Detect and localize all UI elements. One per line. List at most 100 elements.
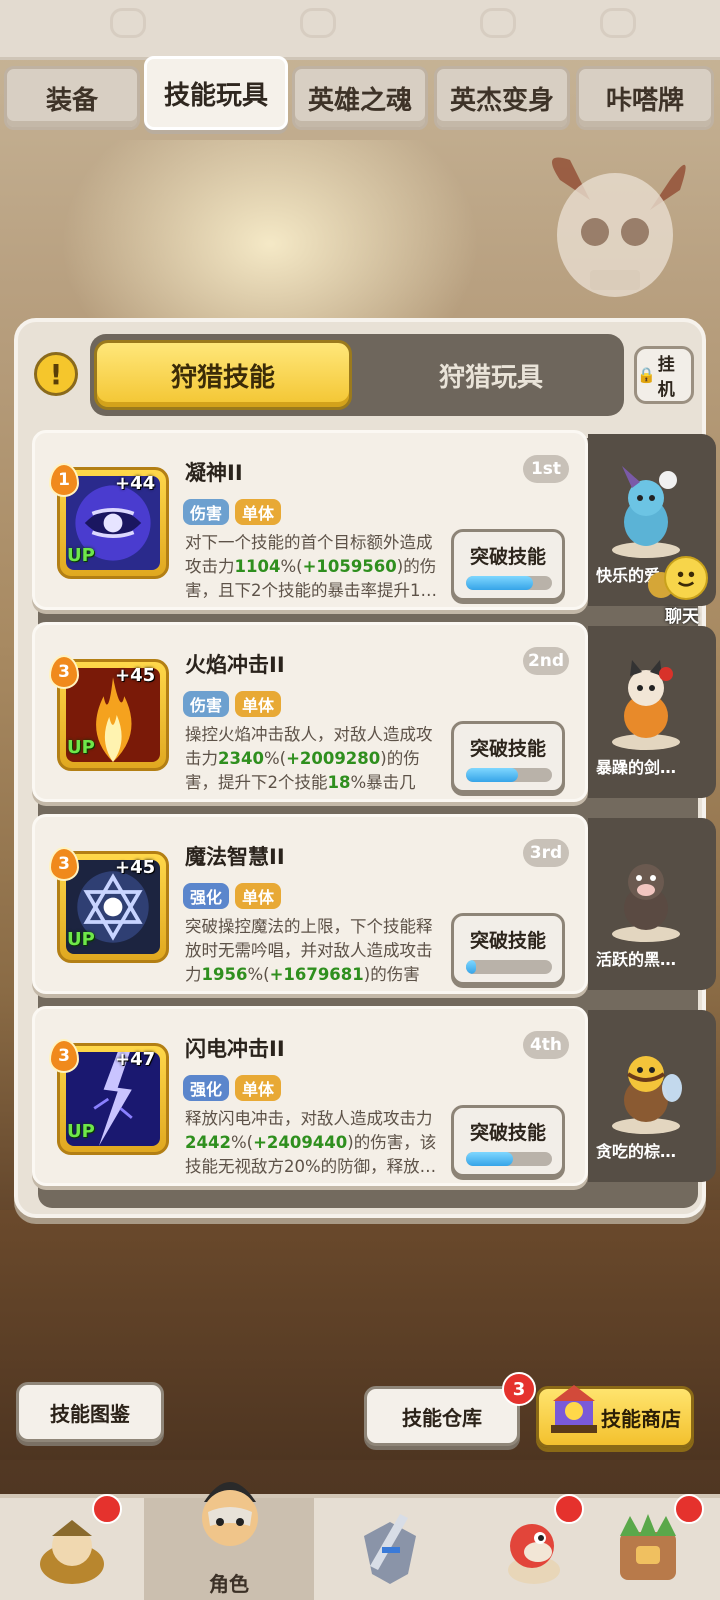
breakthrough-progress-bar [466,1152,552,1166]
skill-bonus-level: +44 [115,473,156,494]
breakthrough-label: 突破技能 [469,930,546,952]
breakthrough-label: 突破技能 [469,546,546,568]
decoration [110,8,146,38]
skill-tags: 伤害 单体 [183,499,282,525]
skill-name: 闪电冲击II [185,1037,285,1061]
tag-damage: 伤害 [183,499,230,525]
skill-row: 1 +44 UP 凝神II 1st 伤害 单体 对下一个技能的首个目标额外造成攻… [32,430,716,610]
shop-stall-icon [551,1385,597,1433]
decoration [600,8,636,38]
skill-row: 3 +45 UP 魔法智慧II 3rd 强化 单体 突破操控魔法的上限，下个技能… [32,814,716,994]
skill-up-indicator: UP [67,545,95,566]
game-screen: 装备 技能玩具 英雄之魂 英杰变身 咔嗒牌 ! 狩猎技能 狩猎玩具 🔒 挂机 1… [0,0,720,1600]
tag-enhance: 强化 [183,883,230,909]
breakthrough-progress-bar [466,960,552,974]
tag-single-target: 单体 [235,1075,282,1101]
breakthrough-progress-bar [466,768,552,782]
pet-name: 贪吃的棕… [596,1142,677,1161]
breakthrough-label: 突破技能 [469,738,546,760]
skill-card[interactable]: 3 +47 UP 闪电冲击II 4th 强化 单体 释放闪电冲击，对敌人造成攻击… [32,1006,588,1186]
pet-name: 活跃的黑… [596,950,677,969]
nav-item-character[interactable]: 角色 [144,1482,314,1600]
subtab-switcher: 狩猎技能 狩猎玩具 [90,334,624,416]
tag-damage: 伤害 [183,691,230,717]
background-skull-decoration [552,157,686,297]
subtab-hunting-skills[interactable]: 狩猎技能 [94,340,352,410]
brown-bear-bee-pet-icon [612,1056,682,1134]
tag-enhance: 强化 [183,1075,230,1101]
breakthrough-button[interactable]: 突破技能 [451,529,565,601]
breakthrough-button[interactable]: 突破技能 [451,721,565,793]
skill-description: 操控火焰冲击敌人，对敌人造成攻击力2340%(+2009280)的伤害，提升下2… [185,725,433,792]
skill-row: 3 +47 UP 闪电冲击II 4th 强化 单体 释放闪电冲击，对敌人造成攻击… [32,1006,716,1186]
skill-description: 突破操控魔法的上限，下个技能释放时无需吟唱，并对敌人造成攻击力1956%(+16… [185,917,433,984]
breakthrough-button[interactable]: 突破技能 [451,913,565,985]
decoration [480,8,516,38]
tab-skill-toys[interactable]: 技能玩具 [144,56,288,130]
tab-equipment[interactable]: 装备 [4,66,140,130]
progress-fill [466,576,534,590]
top-bar [0,0,720,60]
nav-label-character: 角色 [209,1572,249,1596]
skill-shop-label: 技能商店 [601,1406,681,1431]
skill-slot-rank: 3rd [523,839,569,867]
progress-fill [466,960,477,974]
skill-up-indicator: UP [67,1121,95,1142]
skill-level-badge: 3 [49,655,79,689]
bottom-navigation: 角色 [0,1482,720,1600]
chat-label: 聊天 [665,607,699,627]
breakthrough-label: 突破技能 [469,1122,546,1144]
skill-bonus-level: +45 [115,665,156,686]
skill-codex-button[interactable]: 技能图鉴 [16,1382,164,1442]
pet-slot[interactable]: 活跃的黑… [588,818,716,990]
skill-level-badge: 3 [49,1039,79,1073]
skill-name: 火焰冲击II [185,653,285,677]
skill-shop-button[interactable]: 技能商店 [536,1385,694,1448]
chat-emoji-icon [664,556,708,600]
nav-item-castle[interactable] [576,1494,720,1600]
character-hero-icon [202,1482,258,1546]
skill-bonus-level: +45 [115,857,156,878]
skill-bonus-level: +47 [115,1049,156,1070]
skill-up-indicator: UP [67,929,95,950]
info-button[interactable]: ! [34,352,78,396]
idle-button[interactable]: 🔒 挂机 [634,346,694,404]
black-boar-pet-icon [612,864,680,942]
progress-fill [466,768,518,782]
tag-single-target: 单体 [235,883,282,909]
progress-fill [466,1152,514,1166]
decoration [300,8,336,38]
tag-single-target: 单体 [235,691,282,717]
pet-slot[interactable]: 暴躁的剑… [588,626,716,798]
skill-name: 凝神II [185,461,243,485]
skill-storage-button[interactable]: 技能仓库 [364,1386,520,1446]
skill-slot-rank: 2nd [523,647,569,675]
skill-description: 对下一个技能的首个目标额外造成攻击力1104%(+1059560)的伤害，且下2… [185,533,437,600]
tab-hero-transform[interactable]: 英杰变身 [434,66,570,130]
skill-level-badge: 3 [49,847,79,881]
skill-slot-rank: 1st [523,455,569,483]
nav-item-nest[interactable] [0,1494,144,1600]
skill-up-indicator: UP [67,737,95,758]
skill-card[interactable]: 3 +45 UP 魔法智慧II 3rd 强化 单体 突破操控魔法的上限，下个技能… [32,814,588,994]
nav-item-weapon[interactable] [318,1498,462,1600]
skill-row: 3 +45 UP 火焰冲击II 2nd 伤害 单体 操控火焰冲击敌人，对敌人造成… [32,622,716,802]
subtab-hunting-toys[interactable]: 狩猎玩具 [362,340,620,410]
blue-rabbit-pet-icon [612,466,680,558]
lock-icon: 🔒 [637,366,656,384]
chat-button[interactable]: 聊天 [644,556,720,627]
notification-bell-icon [92,1494,122,1524]
tab-click-cards[interactable]: 咔嗒牌 [576,66,714,130]
skill-card[interactable]: 3 +45 UP 火焰冲击II 2nd 伤害 单体 操控火焰冲击敌人，对敌人造成… [32,622,588,802]
tab-hero-soul[interactable]: 英雄之魂 [292,66,428,130]
breakthrough-button[interactable]: 突破技能 [451,1105,565,1177]
skill-name: 魔法智慧II [185,845,285,869]
skill-card[interactable]: 1 +44 UP 凝神II 1st 伤害 单体 对下一个技能的首个目标额外造成攻… [32,430,588,610]
skill-tags: 强化 单体 [183,1075,282,1101]
storage-notification-badge: 3 [502,1372,536,1406]
pet-name: 暴躁的剑… [596,758,677,777]
tag-single-target: 单体 [235,499,282,525]
category-tabs: 装备 技能玩具 英雄之魂 英杰变身 咔嗒牌 [0,56,720,134]
pet-slot[interactable]: 贪吃的棕… [588,1010,716,1182]
notification-bell-icon [674,1494,704,1524]
